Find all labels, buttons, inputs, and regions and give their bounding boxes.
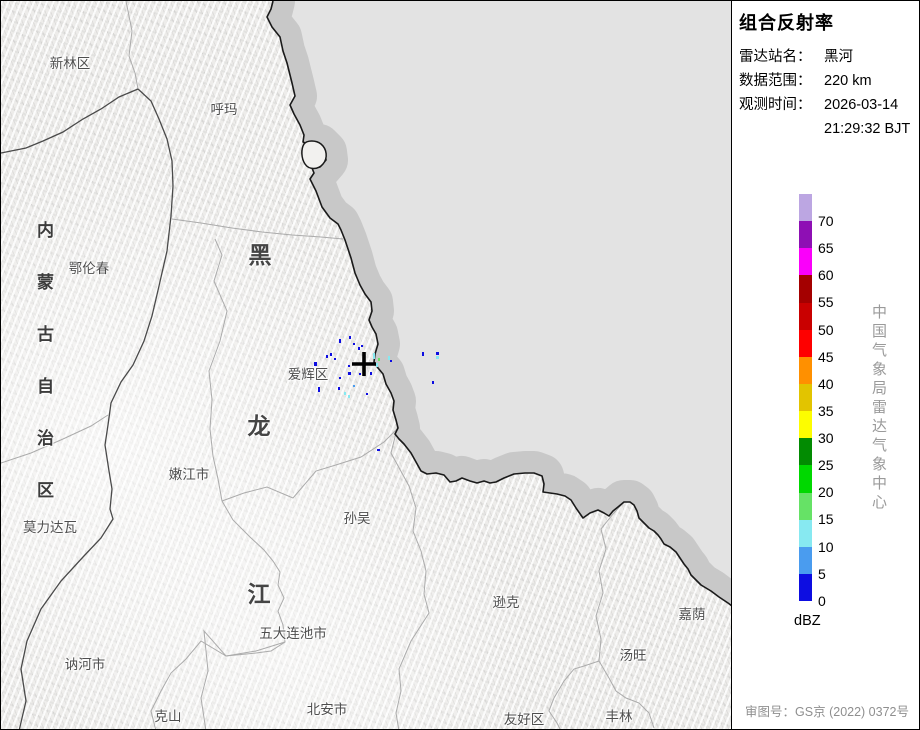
obs-clock-value: 21:29:32 BJT <box>824 121 910 137</box>
map-label-nenjiangshi: 嫩江市 <box>169 463 210 483</box>
province-boundary <box>1 89 173 730</box>
legend-band-20 <box>799 493 812 520</box>
legend-tick-40: 40 <box>818 375 834 393</box>
legend-tick-10: 10 <box>818 538 834 556</box>
map-label-hei: 黑 <box>249 236 272 270</box>
map-label-youhaoqu: 友好区 <box>504 708 545 728</box>
legend-tick-25: 25 <box>818 456 834 474</box>
map-label-wudalianchi: 五大连池市 <box>259 622 327 642</box>
map-label-jiang: 江 <box>248 575 271 609</box>
legend-tick-15: 15 <box>818 510 834 528</box>
legend-tick-30: 30 <box>818 429 834 447</box>
legend-band-65 <box>799 248 812 275</box>
map-label-neimenggu-vertical: 内蒙古自治区 <box>31 221 56 533</box>
map-label-sunwu: 孙吴 <box>344 507 371 527</box>
map-label-jiayin: 嘉荫 <box>679 603 706 623</box>
legend-tick-70: 70 <box>818 212 834 230</box>
map-label-huma: 呼玛 <box>211 98 238 118</box>
legend-band-75 <box>799 194 812 221</box>
info-panel: 组合反射率 雷达站名：黑河 数据范围：220 km 观测时间：2026-03-1… <box>731 1 920 730</box>
legend-band-55 <box>799 303 812 330</box>
range-row: 数据范围：220 km <box>739 69 872 90</box>
station-value: 黑河 <box>824 49 853 65</box>
map-label-neheshi: 讷河市 <box>65 653 106 673</box>
legend-band-40 <box>799 384 812 411</box>
map-label-beianshi: 北安市 <box>307 698 348 718</box>
map-approval-number: 审图号：GS京 (2022) 0372号 <box>745 701 909 720</box>
obs-time-label: 观测时间： <box>739 93 824 114</box>
map-label-long: 龙 <box>248 407 271 441</box>
legend-band-5 <box>799 574 812 601</box>
legend-band-30 <box>799 438 812 465</box>
map-label-xinlinqu: 新林区 <box>50 52 91 72</box>
map-label-elunchun: 鄂伦春 <box>69 257 110 277</box>
legend-band-25 <box>799 465 812 492</box>
dbz-color-scale <box>799 194 812 601</box>
cma-credit-vertical: 中国气象局雷达气象中心 <box>868 304 889 513</box>
obs-date-value: 2026-03-14 <box>824 97 898 113</box>
legend-band-35 <box>799 411 812 438</box>
map-label-fenglin: 丰林 <box>606 705 633 725</box>
legend-tick-55: 55 <box>818 293 834 311</box>
legend-band-10 <box>799 547 812 574</box>
map-label-tangwang: 汤旺 <box>620 644 647 664</box>
map-label-aihuiqu: 爱辉区 <box>288 363 329 383</box>
radar-station-cross <box>352 352 376 376</box>
map-layers <box>1 1 731 730</box>
product-title: 组合反射率 <box>739 9 834 35</box>
radar-map: 新林区 呼玛 鄂伦春 爱辉区 嫩江市 莫力达瓦 孙吴 五大连池市 讷河市 克山 … <box>1 1 731 730</box>
radar-product-window: 新林区 呼玛 鄂伦春 爱辉区 嫩江市 莫力达瓦 孙吴 五大连池市 讷河市 克山 … <box>0 0 920 730</box>
range-value: 220 km <box>824 73 872 89</box>
legend-tick-60: 60 <box>818 266 834 284</box>
legend-tick-20: 20 <box>818 483 834 501</box>
legend-tick-65: 65 <box>818 239 834 257</box>
range-label: 数据范围： <box>739 69 824 90</box>
legend-band-50 <box>799 330 812 357</box>
station-row: 雷达站名：黑河 <box>739 45 853 66</box>
legend-band-15 <box>799 520 812 547</box>
legend-tick-5: 5 <box>818 565 826 583</box>
legend-tick-35: 35 <box>818 402 834 420</box>
legend-band-60 <box>799 275 812 302</box>
map-label-keshan: 克山 <box>155 705 182 725</box>
obs-clock-row: 观测时间：21:29:32 BJT <box>739 117 910 138</box>
legend-unit-label: dBZ <box>794 613 821 629</box>
map-label-xunke: 逊克 <box>493 591 520 611</box>
legend-band-45 <box>799 357 812 384</box>
border-island-loop <box>302 141 326 169</box>
legend-tick-50: 50 <box>818 321 834 339</box>
obs-time-row: 观测时间：2026-03-14 <box>739 93 898 114</box>
legend-band-70 <box>799 221 812 248</box>
station-label: 雷达站名： <box>739 45 824 66</box>
legend-tick-45: 45 <box>818 348 834 366</box>
legend-tick-0: 0 <box>818 592 826 610</box>
